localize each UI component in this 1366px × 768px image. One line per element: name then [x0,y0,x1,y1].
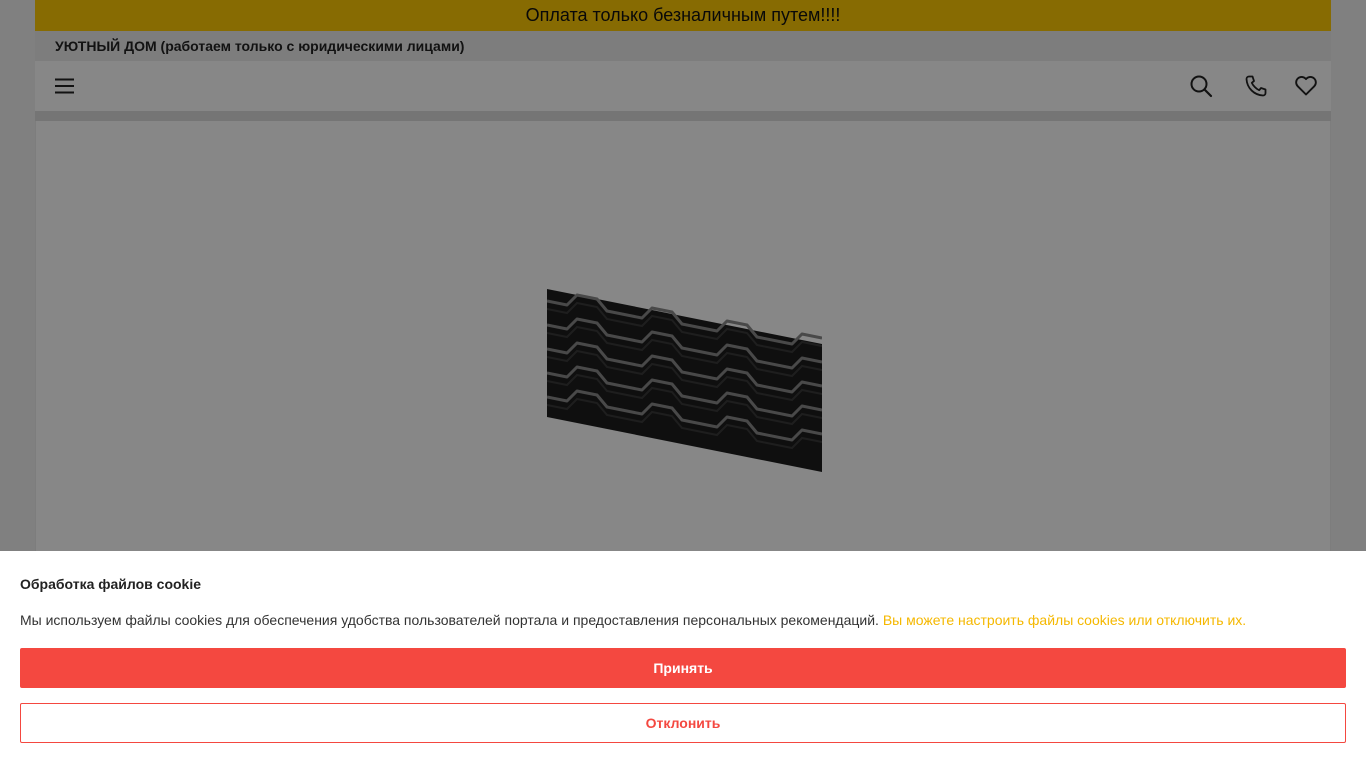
accept-cookies-button[interactable]: Принять [20,648,1346,688]
cookie-title: Обработка файлов cookie [20,576,202,592]
cookie-consent-panel: Обработка файлов cookie Мы используем фа… [0,551,1366,768]
page: Оплата только безналичным путем!!!! УЮТН… [0,0,1366,768]
cookie-settings-link[interactable]: Вы можете настроить файлы cookies или от… [883,612,1246,628]
cookie-description: Мы используем файлы cookies для обеспече… [20,612,879,628]
cookie-text-line: Мы используем файлы cookies для обеспече… [20,612,1246,628]
decline-cookies-button[interactable]: Отклонить [20,703,1346,743]
